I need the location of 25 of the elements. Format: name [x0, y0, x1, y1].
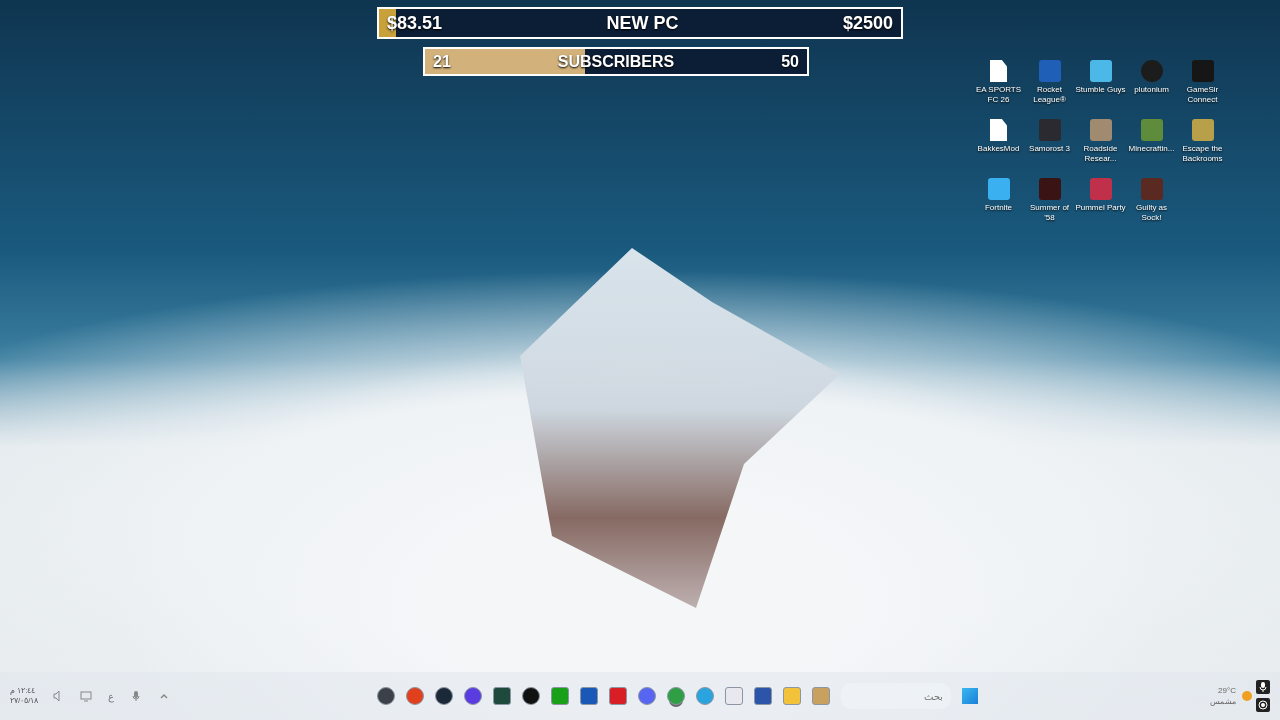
- goal-current-text: 21: [433, 51, 451, 72]
- keyboard-language-text[interactable]: ع: [108, 688, 115, 704]
- sun-icon: [1241, 691, 1252, 701]
- goal-target-text: 50: [781, 51, 799, 72]
- desktop-shortcut[interactable]: Minecraftin...: [1126, 117, 1177, 166]
- monitor-icon[interactable]: [80, 690, 93, 702]
- desktop-shortcut[interactable]: Guilty as Sock!: [1126, 176, 1177, 225]
- desktop-shortcut[interactable]: plutonium: [1126, 58, 1177, 107]
- desktop-shortcut[interactable]: Samorost 3: [1024, 117, 1075, 166]
- desktop-shortcut[interactable]: EA SPORTS FC 26: [973, 58, 1024, 107]
- desktop-shortcut[interactable]: Pummel Party: [1075, 176, 1126, 225]
- clock-date-text[interactable]: ١٢:٤٤ م ٢٧/٠٥/١٨: [10, 686, 39, 706]
- desktop-shortcut[interactable]: Stumble Guys: [1075, 58, 1126, 107]
- desktop-shortcut[interactable]: Escape the Backrooms: [1177, 117, 1228, 166]
- search-field[interactable]: بحث: [840, 683, 951, 709]
- desktop-shortcut[interactable]: Roadside Resear...: [1075, 117, 1126, 166]
- desktop-shortcut[interactable]: Summer of '58: [1024, 176, 1075, 225]
- desktop-shortcut[interactable]: Rocket League®: [1024, 58, 1075, 107]
- goal-target-text: $2500: [842, 11, 893, 35]
- temperature-text: 29°C: [1218, 685, 1236, 696]
- weather-condition-text: مشمس: [1209, 696, 1236, 707]
- desktop-shortcut[interactable]: Fortnite: [973, 176, 1024, 225]
- desktop-shortcut[interactable]: BakkesMod: [973, 117, 1024, 166]
- goal-label-text: NEW PC: [606, 11, 679, 35]
- desktop-shortcut[interactable]: GameSir Connect: [1177, 58, 1228, 107]
